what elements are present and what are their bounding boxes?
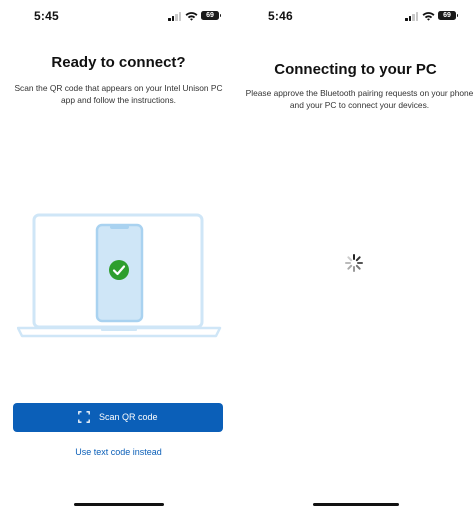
battery-icon: 69: [438, 11, 458, 20]
status-time: 5:45: [34, 9, 59, 23]
checkmark-icon: [109, 260, 129, 280]
page-subtitle: Scan the QR code that appears on your In…: [14, 83, 223, 105]
laptop-phone-illustration: [17, 213, 222, 338]
wifi-icon: [422, 12, 435, 21]
signal-icon: [168, 12, 182, 21]
qr-scan-icon: [78, 410, 91, 423]
page-title: Connecting to your PC: [274, 61, 437, 78]
scan-qr-code-label: Scan QR code: [98, 412, 158, 423]
wifi-icon: [185, 12, 198, 21]
home-indicator[interactable]: [74, 503, 164, 506]
home-indicator[interactable]: [313, 503, 399, 506]
connecting-screen: 5:46 69 Connecting to your PC Please app…: [237, 0, 474, 512]
use-text-code-link[interactable]: Use text code instead: [0, 447, 237, 457]
page-subtitle: Please approve the Bluetooth pairing req…: [245, 88, 474, 110]
ready-to-connect-screen: 5:45 69 Ready to connect? Scan the QR co…: [0, 0, 237, 512]
page-title: Ready to connect?: [51, 54, 186, 71]
battery-icon: 69: [201, 11, 221, 20]
signal-icon: [405, 12, 419, 21]
scan-qr-code-button[interactable]: Scan QR code: [13, 403, 223, 432]
status-time: 5:46: [268, 9, 293, 23]
spinner-icon: [345, 254, 363, 272]
